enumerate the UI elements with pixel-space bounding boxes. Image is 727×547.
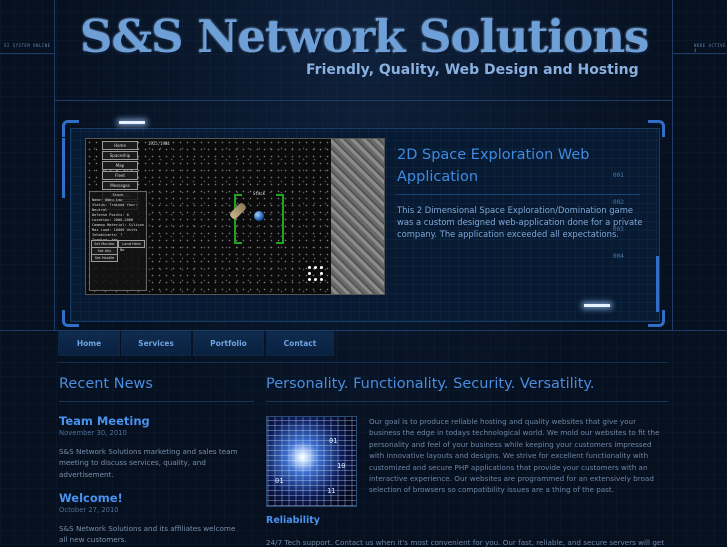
frame-line [673,53,727,54]
frame-corner [62,120,79,137]
image-glyph: 10 [337,462,346,470]
divider [266,401,668,402]
divider [58,362,668,363]
frame-line [0,53,54,54]
game-panel-button: Land Here [118,240,145,248]
image-glyph: 01 [329,437,338,445]
header-tiny-label-right: NODE ACTIVE 4 [694,43,726,53]
game-target-bracket [276,194,284,244]
reliability-heading: Reliability [266,515,320,526]
game-coordinates: 1925,1984 [148,141,170,146]
nav-contact[interactable]: Contact [266,331,334,356]
nav-portfolio[interactable]: Portfolio [193,331,264,356]
game-menu-item: Home [102,141,138,150]
frame-corner [62,310,79,327]
news-item-body: S&S Network Solutions marketing and sale… [59,447,238,479]
showcase-title[interactable]: 2D Space Exploration Web Application [397,144,637,188]
news-item-title[interactable]: Team Meeting [59,414,150,428]
news-item-body: S&S Network Solutions and its affiliates… [59,524,236,545]
game-rock-border [331,139,384,294]
binary-tunnel-image: 01 10 01 11 [266,416,357,507]
nav-home[interactable]: Home [58,331,120,356]
intro-paragraph: Our goal is to produce reliable hosting … [369,417,660,495]
game-target-label: Stock [253,191,266,196]
planet-icon [254,211,264,221]
dots-icon [308,266,324,282]
site-logo[interactable]: S&S Network Solutions [80,10,649,63]
frame-line [54,0,55,330]
glow-indicator [119,121,145,124]
frame-line [672,0,673,330]
frame-side-bar [62,138,65,198]
slide-number[interactable]: 004 [613,253,624,260]
game-menu-item: Map [102,161,138,170]
game-menu-item: Spaceship [102,151,138,160]
divider [59,401,254,402]
image-glyph: 11 [327,487,336,495]
game-menu-item: Fleet [102,171,138,180]
divider [397,194,640,195]
frame-line [54,100,673,101]
news-item-date: October 27, 2010 [59,506,119,514]
frame-corner [648,310,665,327]
game-panel-button: Set Hostile [91,254,118,262]
game-panel-line: Status: Trained Your: Neutral [92,203,138,212]
showcase-screenshot[interactable]: Home Spaceship Map Fleet Messages Accoun… [85,138,385,295]
frame-side-bar [656,256,659,312]
header-tiny-label-left: SI SYSTEM ONLINE [4,43,51,48]
glow-indicator [584,304,610,307]
site-tagline: Friendly, Quality, Web Design and Hostin… [306,62,639,78]
main-heading: Personality. Functionality. Security. Ve… [266,376,595,392]
news-item-title[interactable]: Welcome! [59,491,123,505]
showcase-description: This 2 Dimensional Space Exploration/Dom… [397,205,643,239]
reliability-text: 24/7 Tech support. Contact us when it's … [266,538,665,547]
frame-corner [648,120,665,137]
image-glyph: 01 [275,477,284,485]
recent-news-heading: Recent News [59,376,153,392]
game-menu-item: Messages [102,181,138,190]
nav-services[interactable]: Services [121,331,191,356]
news-item-date: November 30, 2010 [59,429,127,437]
